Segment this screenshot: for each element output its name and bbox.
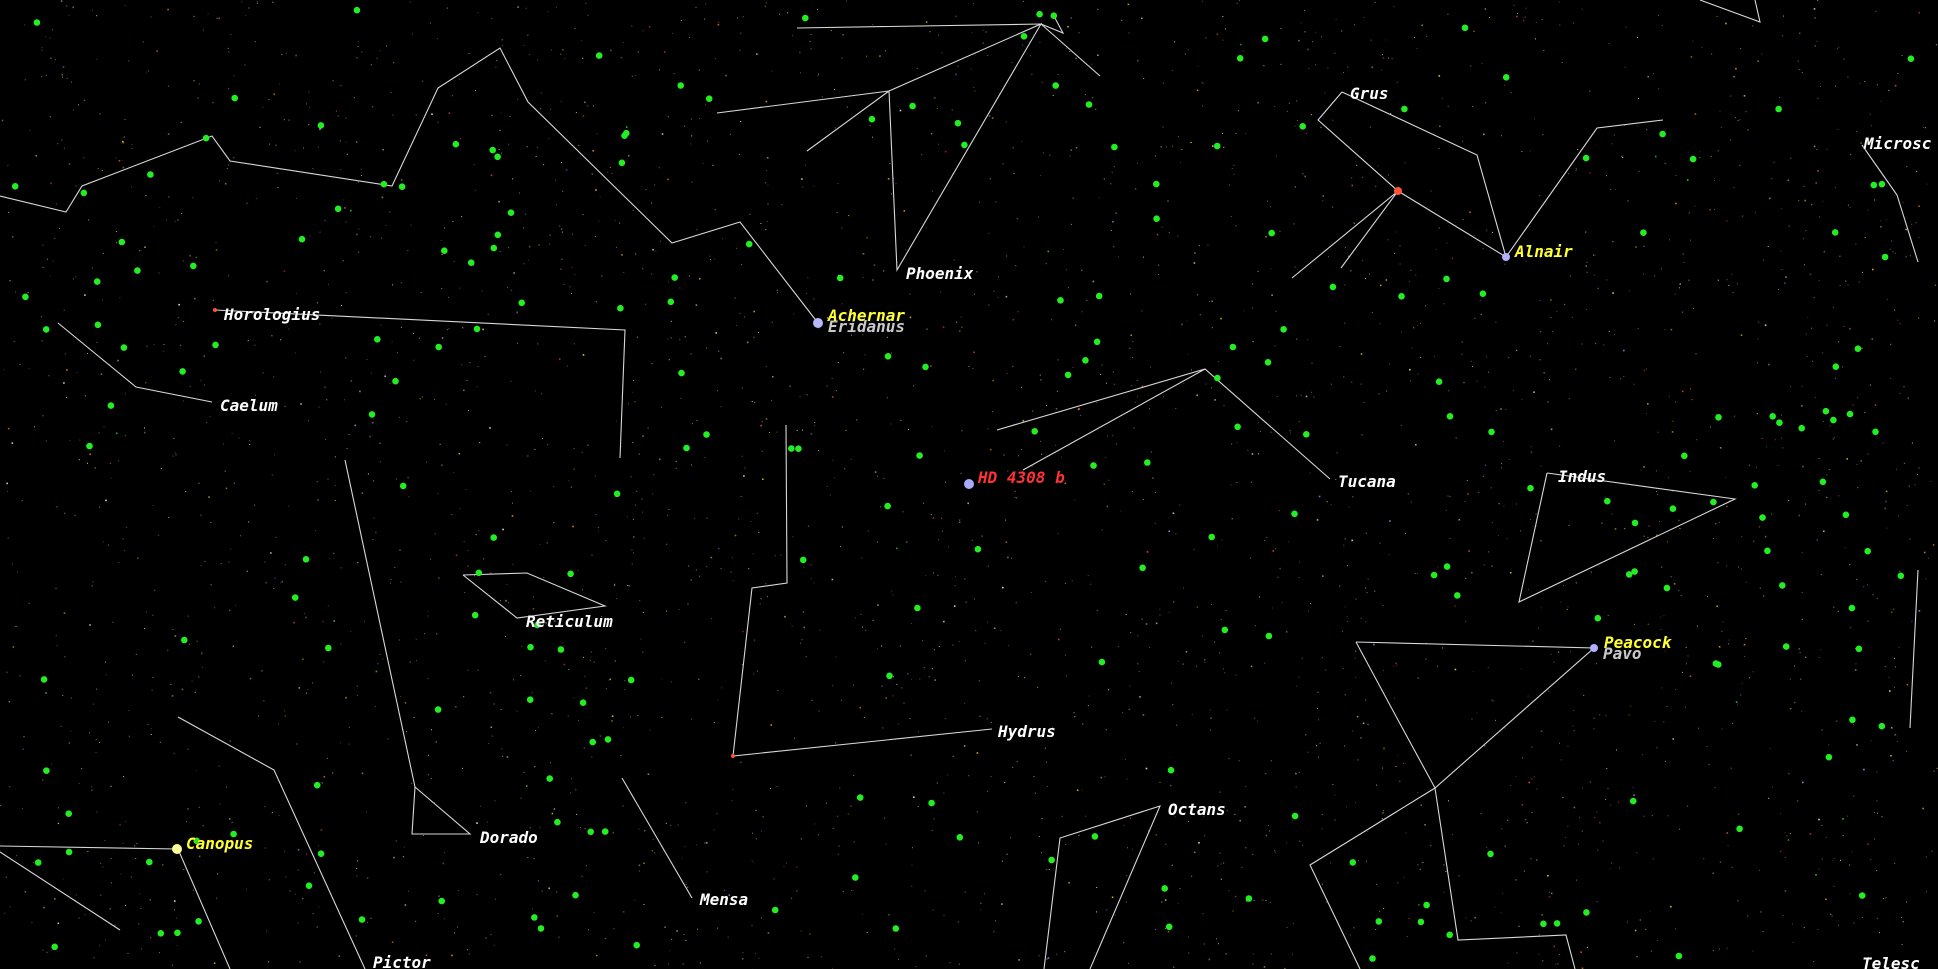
star-marker-canopus[interactable] <box>172 844 182 854</box>
named-star-markers <box>172 187 1598 854</box>
star-marker-alnair[interactable] <box>1502 253 1510 261</box>
star-marker-red-horologium <box>213 308 217 312</box>
star-marker-red-grus[interactable] <box>1394 187 1402 195</box>
star-marker-red-hydrus <box>731 754 735 758</box>
planet-marker-hd4308b[interactable] <box>964 479 974 489</box>
sky-map[interactable]: Horologius Caelum Eridanus Phoenix Grus … <box>0 0 1938 969</box>
star-marker-achernar[interactable] <box>813 318 823 328</box>
star-marker-peacock[interactable] <box>1590 644 1598 652</box>
